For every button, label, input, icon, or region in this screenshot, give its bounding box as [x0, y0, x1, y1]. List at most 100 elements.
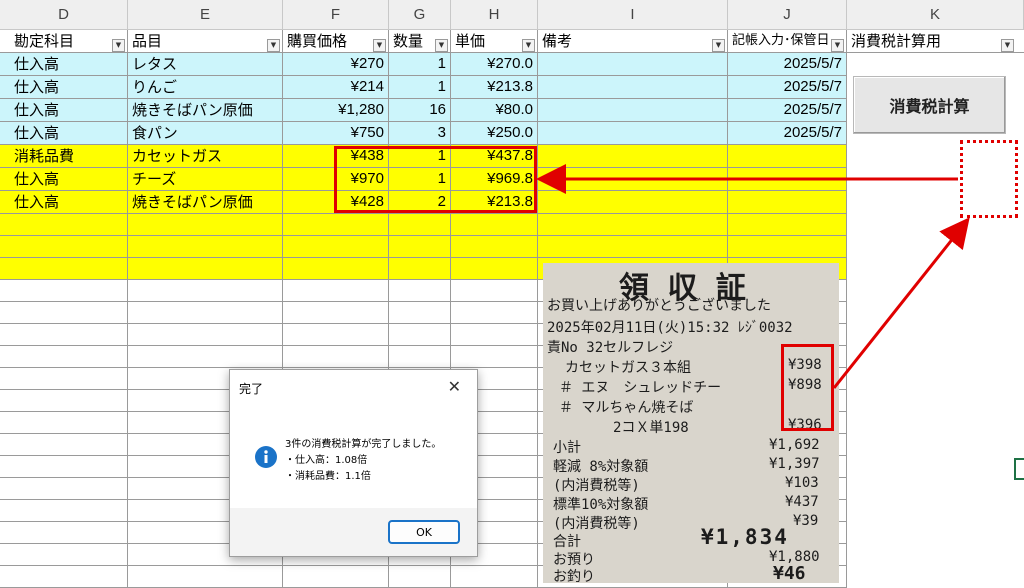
close-icon[interactable]: ✕: [448, 377, 461, 396]
empty-yellow-cell[interactable]: [128, 258, 283, 280]
filter-dropdown-icon[interactable]: ▼: [831, 39, 844, 52]
cell-date[interactable]: 2025/5/7: [728, 122, 847, 145]
cell-note[interactable]: [538, 53, 728, 76]
empty-yellow-cell[interactable]: [728, 236, 847, 258]
empty-cell[interactable]: [0, 302, 128, 324]
column-header-e[interactable]: E: [128, 0, 283, 30]
cell-date[interactable]: [728, 191, 847, 214]
empty-yellow-cell[interactable]: [451, 214, 538, 236]
empty-yellow-cell[interactable]: [0, 236, 128, 258]
empty-cell[interactable]: [0, 346, 128, 368]
filter-dropdown-icon[interactable]: ▼: [1001, 39, 1014, 52]
filter-dropdown-icon[interactable]: ▼: [112, 39, 125, 52]
empty-yellow-cell[interactable]: [128, 236, 283, 258]
empty-cell[interactable]: [128, 566, 283, 588]
column-header-j[interactable]: J: [728, 0, 847, 30]
cell-account[interactable]: 仕入高: [0, 168, 128, 191]
empty-cell[interactable]: [283, 566, 389, 588]
filter-dropdown-icon[interactable]: ▼: [522, 39, 535, 52]
cell-unit-price[interactable]: ¥80.0: [451, 99, 538, 122]
cell-item[interactable]: 食パン: [128, 122, 283, 145]
cell-item[interactable]: レタス: [128, 53, 283, 76]
column-header-h[interactable]: H: [451, 0, 538, 30]
cell-date[interactable]: [728, 168, 847, 191]
empty-cell[interactable]: [389, 302, 451, 324]
cell-item[interactable]: 焼きそばパン原価: [128, 191, 283, 214]
empty-cell[interactable]: [0, 544, 128, 566]
cell-date[interactable]: 2025/5/7: [728, 99, 847, 122]
empty-cell[interactable]: [451, 566, 538, 588]
empty-cell[interactable]: [0, 280, 128, 302]
empty-cell[interactable]: [0, 500, 128, 522]
empty-cell[interactable]: [0, 390, 128, 412]
empty-cell[interactable]: [0, 478, 128, 500]
empty-cell[interactable]: [128, 346, 283, 368]
empty-cell[interactable]: [389, 280, 451, 302]
cell-item[interactable]: チーズ: [128, 168, 283, 191]
cell-price[interactable]: ¥750: [283, 122, 389, 145]
ok-button[interactable]: OK: [388, 520, 460, 544]
cell-item[interactable]: カセットガス: [128, 145, 283, 168]
filter-dropdown-icon[interactable]: ▼: [435, 39, 448, 52]
cell-unit-price[interactable]: ¥213.8: [451, 76, 538, 99]
cell-item[interactable]: りんご: [128, 76, 283, 99]
empty-yellow-cell[interactable]: [538, 236, 728, 258]
empty-cell[interactable]: [451, 302, 538, 324]
cell-account[interactable]: 仕入高: [0, 122, 128, 145]
empty-yellow-cell[interactable]: [0, 214, 128, 236]
empty-cell[interactable]: [283, 324, 389, 346]
empty-cell[interactable]: [0, 566, 128, 588]
cell-price[interactable]: ¥214: [283, 76, 389, 99]
empty-cell[interactable]: [451, 324, 538, 346]
empty-cell[interactable]: [0, 522, 128, 544]
cell-date[interactable]: [728, 145, 847, 168]
empty-yellow-cell[interactable]: [728, 214, 847, 236]
cell-date[interactable]: 2025/5/7: [728, 76, 847, 99]
empty-cell[interactable]: [0, 434, 128, 456]
empty-cell[interactable]: [451, 346, 538, 368]
cell-note[interactable]: [538, 145, 728, 168]
cell-qty[interactable]: 16: [389, 99, 451, 122]
empty-cell[interactable]: [0, 456, 128, 478]
empty-yellow-cell[interactable]: [451, 236, 538, 258]
tax-calc-button[interactable]: 消費税計算: [853, 76, 1006, 134]
empty-cell[interactable]: [283, 346, 389, 368]
empty-yellow-cell[interactable]: [451, 258, 538, 280]
cell-item[interactable]: 焼きそばパン原価: [128, 99, 283, 122]
empty-yellow-cell[interactable]: [538, 214, 728, 236]
cell-date[interactable]: 2025/5/7: [728, 53, 847, 76]
empty-cell[interactable]: [0, 324, 128, 346]
cell-note[interactable]: [538, 99, 728, 122]
column-header-d[interactable]: D: [0, 0, 128, 30]
cell-unit-price[interactable]: ¥270.0: [451, 53, 538, 76]
cell-price[interactable]: ¥1,280: [283, 99, 389, 122]
column-header-g[interactable]: G: [389, 0, 451, 30]
cell-unit-price[interactable]: ¥250.0: [451, 122, 538, 145]
empty-yellow-cell[interactable]: [389, 214, 451, 236]
filter-dropdown-icon[interactable]: ▼: [373, 39, 386, 52]
empty-cell[interactable]: [283, 302, 389, 324]
cell-account[interactable]: 仕入高: [0, 99, 128, 122]
filter-dropdown-icon[interactable]: ▼: [267, 39, 280, 52]
cell-qty[interactable]: 1: [389, 53, 451, 76]
cell-note[interactable]: [538, 122, 728, 145]
empty-cell[interactable]: [128, 302, 283, 324]
cell-account[interactable]: 消耗品費: [0, 145, 128, 168]
column-header-f[interactable]: F: [283, 0, 389, 30]
empty-cell[interactable]: [0, 368, 128, 390]
empty-yellow-cell[interactable]: [283, 258, 389, 280]
empty-yellow-cell[interactable]: [389, 258, 451, 280]
cell-account[interactable]: 仕入高: [0, 191, 128, 214]
empty-yellow-cell[interactable]: [0, 258, 128, 280]
cell-qty[interactable]: 3: [389, 122, 451, 145]
cell-account[interactable]: 仕入高: [0, 76, 128, 99]
empty-yellow-cell[interactable]: [128, 214, 283, 236]
filter-dropdown-icon[interactable]: ▼: [712, 39, 725, 52]
empty-cell[interactable]: [451, 280, 538, 302]
cell-note[interactable]: [538, 191, 728, 214]
column-header-k[interactable]: K: [847, 0, 1024, 30]
cell-note[interactable]: [538, 76, 728, 99]
empty-cell[interactable]: [0, 412, 128, 434]
empty-cell[interactable]: [389, 324, 451, 346]
empty-yellow-cell[interactable]: [389, 236, 451, 258]
